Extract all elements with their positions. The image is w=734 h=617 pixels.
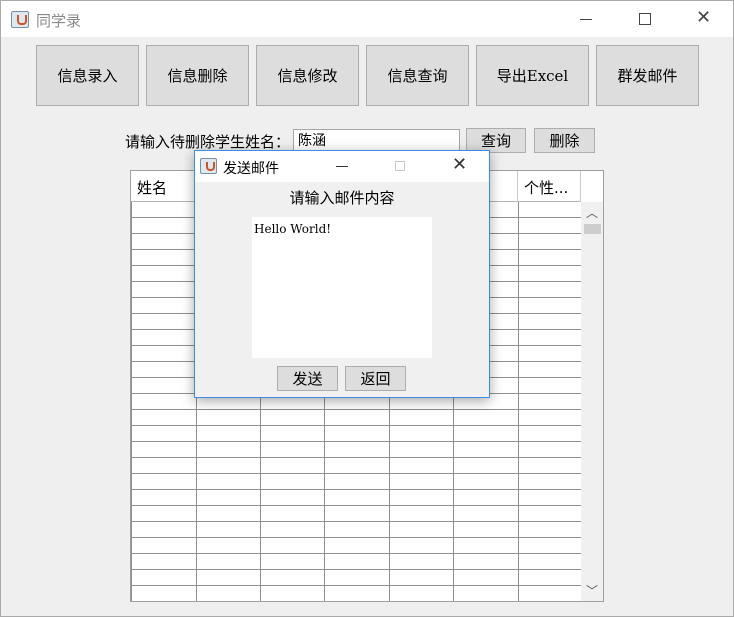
table-row-line	[131, 489, 581, 490]
delete-info-button[interactable]: 信息删除	[146, 45, 249, 106]
delete-name-label: 请输入待删除学生姓名：	[125, 133, 291, 151]
close-button[interactable]: ✕	[674, 1, 732, 37]
vertical-scrollbar[interactable]: ︿ ﹀	[581, 202, 603, 601]
column-header-signature[interactable]: 个性...	[518, 171, 581, 202]
table-column-line	[131, 202, 132, 601]
scroll-thumb[interactable]	[584, 224, 601, 234]
scroll-up-icon[interactable]: ︿	[585, 206, 599, 220]
maximize-button[interactable]	[616, 1, 674, 37]
email-content-textarea[interactable]: Hello World!	[252, 217, 432, 358]
table-row-line	[131, 521, 581, 522]
table-row-line	[131, 425, 581, 426]
table-row-line	[131, 457, 581, 458]
send-button[interactable]: 发送	[277, 366, 338, 391]
edit-info-button[interactable]: 信息修改	[256, 45, 359, 106]
dialog-maximize-icon	[395, 161, 405, 171]
table-row-line	[131, 553, 581, 554]
dialog-title: 发送邮件	[223, 161, 279, 177]
table-row-line	[131, 409, 581, 410]
minimize-button[interactable]	[557, 1, 615, 37]
add-info-button[interactable]: 信息录入	[36, 45, 139, 106]
table-row-line	[131, 569, 581, 570]
minimize-icon	[580, 19, 592, 20]
back-button[interactable]: 返回	[345, 366, 406, 391]
table-row-line	[131, 441, 581, 442]
java-app-icon	[11, 11, 29, 28]
scroll-down-icon[interactable]: ﹀	[585, 584, 599, 598]
title-bar: 同学录 ✕	[1, 1, 733, 37]
column-header-name[interactable]: 姓名	[131, 171, 196, 202]
close-icon: ✕	[696, 7, 712, 28]
export-excel-button[interactable]: 导出Excel	[476, 45, 589, 106]
delete-button[interactable]: 删除	[534, 128, 595, 153]
table-column-line	[518, 202, 519, 601]
dialog-close-icon[interactable]: ✕	[452, 155, 467, 175]
table-row-line	[131, 537, 581, 538]
query-info-button[interactable]: 信息查询	[366, 45, 469, 106]
mass-email-button[interactable]: 群发邮件	[596, 45, 699, 106]
email-prompt-label: 请输入邮件内容	[289, 189, 395, 207]
maximize-icon	[639, 13, 651, 25]
dialog-title-bar: 发送邮件 ✕	[195, 151, 489, 182]
dialog-minimize-icon[interactable]	[336, 166, 348, 167]
table-row-line	[131, 505, 581, 506]
table-row-line	[131, 473, 581, 474]
table-row-line	[131, 585, 581, 586]
send-email-dialog: 发送邮件 ✕ 请输入邮件内容 Hello World! 发送 返回	[194, 150, 490, 398]
window-title: 同学录	[36, 12, 82, 30]
java-app-icon	[200, 158, 217, 174]
